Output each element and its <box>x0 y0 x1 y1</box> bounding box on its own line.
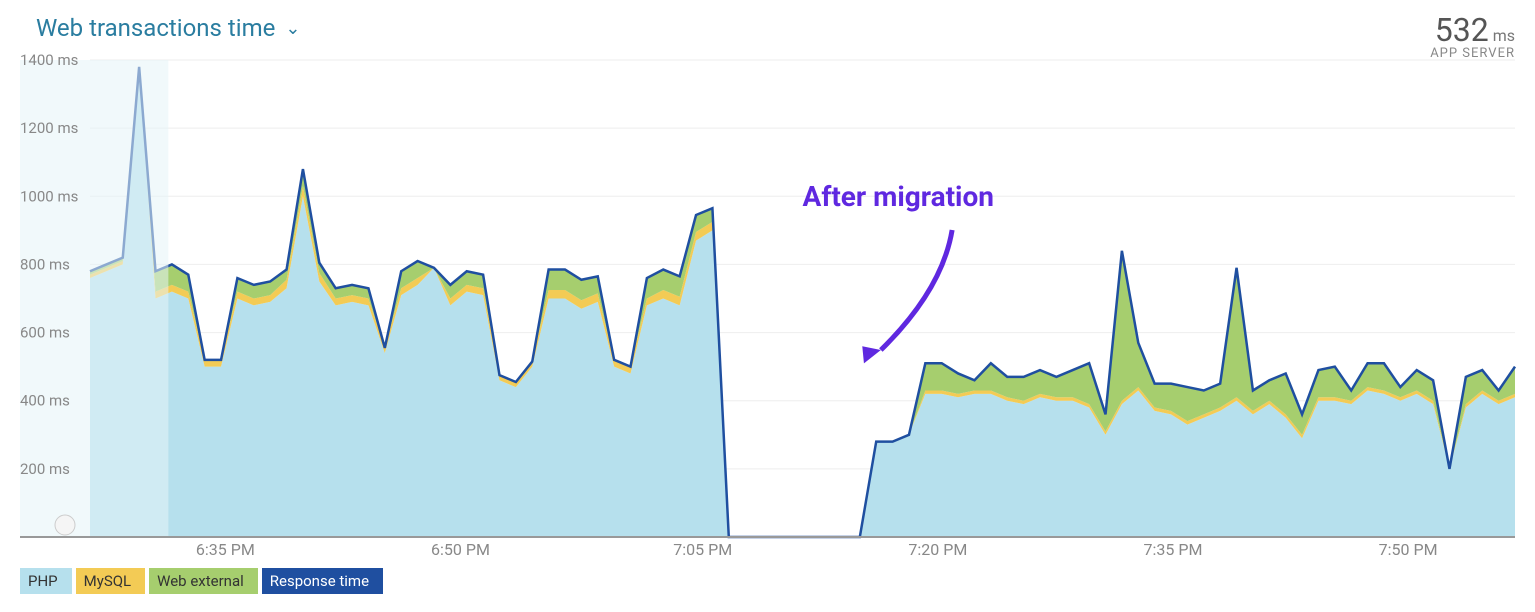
svg-text:1400 ms: 1400 ms <box>20 51 78 69</box>
chart-title-dropdown[interactable]: Web transactions time ⌄ <box>36 14 300 42</box>
plot-area[interactable]: 200 ms400 ms600 ms800 ms1000 ms1200 ms14… <box>20 60 1515 537</box>
svg-text:7:50 PM: 7:50 PM <box>1379 540 1438 559</box>
summary-metric: 532ms APP SERVER <box>1430 14 1515 61</box>
svg-text:1000 ms: 1000 ms <box>20 187 78 205</box>
metric-label: APP SERVER <box>1430 46 1515 61</box>
svg-text:6:35 PM: 6:35 PM <box>196 540 255 559</box>
chart-container: Web transactions time ⌄ 532ms APP SERVER… <box>0 0 1535 612</box>
annotation-arrow <box>855 230 952 367</box>
svg-text:7:35 PM: 7:35 PM <box>1144 540 1203 559</box>
legend-item-mysql[interactable]: MySQL <box>76 568 146 594</box>
chart-svg: 200 ms400 ms600 ms800 ms1000 ms1200 ms14… <box>20 60 1515 537</box>
annotation-text: After migration <box>803 180 994 213</box>
svg-text:600 ms: 600 ms <box>20 324 70 342</box>
metric-unit: ms <box>1493 26 1515 45</box>
series-php <box>90 67 1515 537</box>
svg-text:7:05 PM: 7:05 PM <box>673 540 732 559</box>
legend-item-response[interactable]: Response time <box>262 568 383 594</box>
svg-text:400 ms: 400 ms <box>20 392 70 410</box>
legend-item-webext[interactable]: Web external <box>149 568 258 594</box>
legend: PHP MySQL Web external Response time <box>20 568 383 594</box>
svg-text:1200 ms: 1200 ms <box>20 119 78 137</box>
metric-value: 532 <box>1435 11 1489 49</box>
legend-item-php[interactable]: PHP <box>20 568 72 594</box>
svg-text:7:20 PM: 7:20 PM <box>908 540 967 559</box>
chart-title-text: Web transactions time <box>36 14 275 42</box>
svg-text:200 ms: 200 ms <box>20 460 70 478</box>
svg-text:800 ms: 800 ms <box>20 255 70 273</box>
svg-text:6:50 PM: 6:50 PM <box>431 540 490 559</box>
time-slider-knob[interactable] <box>55 515 75 535</box>
chevron-down-icon: ⌄ <box>285 18 300 39</box>
